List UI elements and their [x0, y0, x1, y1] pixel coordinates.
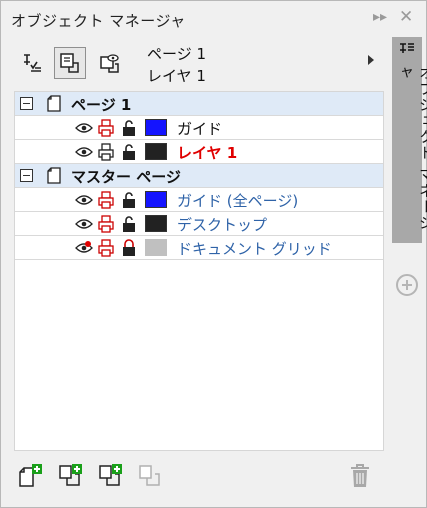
layer-label[interactable]: ドキュメント グリッド: [177, 238, 332, 259]
master-layer-row[interactable]: ガイド (全ページ): [15, 188, 383, 212]
collapse-toggle[interactable]: [20, 97, 33, 110]
object-manager-docker-tab[interactable]: オブジェクト マネージャ: [392, 37, 427, 243]
layer-color-swatch[interactable]: [145, 143, 167, 160]
new-master-layer-odd-icon: [99, 464, 122, 486]
new-master-layer-all-pages-icon: [59, 464, 82, 486]
delete-icon: [351, 464, 369, 487]
printer-icon[interactable]: [97, 119, 115, 137]
page-icon: [47, 95, 61, 112]
new-master-layer-odd-button[interactable]: [98, 463, 124, 493]
edit-across-layers-icon: [60, 53, 79, 73]
eye-icon[interactable]: [75, 143, 93, 161]
printer-icon[interactable]: [97, 215, 115, 233]
show-object-properties-icon: [24, 54, 41, 72]
current-layer-label: レイヤ 1: [147, 67, 206, 85]
new-master-layer-even-icon: [139, 465, 160, 486]
page-row-1[interactable]: ページ 1: [15, 92, 383, 116]
eye-icon[interactable]: [75, 119, 93, 137]
collapse-arrows-icon[interactable]: ▸▸: [373, 9, 387, 25]
new-layer-icon: [19, 464, 42, 487]
layer-label[interactable]: レイヤ 1: [177, 142, 237, 163]
layer-row[interactable]: ガイド: [15, 116, 383, 140]
layer-manager-view-button[interactable]: [94, 47, 126, 79]
layer-label[interactable]: ガイド (全ページ): [177, 190, 298, 211]
toolbar: ページ 1 レイヤ 1: [14, 39, 384, 89]
flyout-arrow-icon[interactable]: [368, 55, 374, 65]
new-master-layer-even-button[interactable]: [138, 463, 164, 493]
layer-color-swatch[interactable]: [145, 191, 167, 208]
edit-across-layers-button[interactable]: [54, 47, 86, 79]
unlock-icon[interactable]: [121, 119, 137, 137]
eye-hidden-icon[interactable]: [75, 239, 93, 257]
master-page-row[interactable]: マスター ページ: [15, 164, 383, 188]
page-icon: [47, 167, 61, 184]
object-manager-panel: オブジェクト マネージャ ▸▸ ✕ ページ 1 レイヤ 1 ページ 1 ガイド …: [0, 0, 427, 508]
delete-button[interactable]: [348, 463, 372, 493]
printer-icon[interactable]: [97, 191, 115, 209]
object-tree: ページ 1 ガイド レイヤ 1 マスター ページ ガイド (全ページ) デスクト…: [14, 91, 384, 451]
title-bar: オブジェクト マネージャ ▸▸: [1, 1, 391, 37]
unlock-icon[interactable]: [121, 143, 137, 161]
eye-icon[interactable]: [75, 215, 93, 233]
new-layer-button[interactable]: [18, 463, 44, 493]
layer-manager-view-icon: [100, 54, 119, 73]
collapse-toggle[interactable]: [20, 169, 33, 182]
printer-icon[interactable]: [97, 239, 115, 257]
bottom-toolbar: [14, 453, 384, 503]
master-page-label: マスター ページ: [71, 168, 181, 186]
layer-row-active[interactable]: レイヤ 1: [15, 140, 383, 164]
layer-color-swatch[interactable]: [145, 215, 167, 232]
new-master-layer-all-pages-button[interactable]: [58, 463, 84, 493]
layer-label[interactable]: ガイド: [177, 118, 222, 139]
printer-icon[interactable]: [97, 143, 115, 161]
object-manager-icon: [400, 43, 414, 53]
close-icon[interactable]: ✕: [399, 7, 413, 27]
lock-icon[interactable]: [121, 239, 137, 257]
unlock-icon[interactable]: [121, 215, 137, 233]
layer-color-swatch[interactable]: [145, 239, 167, 256]
master-layer-row[interactable]: ドキュメント グリッド: [15, 236, 383, 260]
sidetab-label: オブジェクト マネージャ: [396, 65, 427, 231]
current-page-label: ページ 1: [147, 45, 207, 63]
show-object-properties-button[interactable]: [16, 47, 48, 79]
current-page-info: ページ 1 レイヤ 1: [147, 43, 206, 87]
panel-title: オブジェクト マネージャ: [11, 12, 186, 30]
page-label: ページ 1: [71, 96, 132, 114]
unlock-icon[interactable]: [121, 191, 137, 209]
eye-icon[interactable]: [75, 191, 93, 209]
layer-color-swatch[interactable]: [145, 119, 167, 136]
master-layer-row[interactable]: デスクトップ: [15, 212, 383, 236]
add-docker-icon[interactable]: [396, 274, 418, 296]
layer-label[interactable]: デスクトップ: [177, 214, 267, 235]
